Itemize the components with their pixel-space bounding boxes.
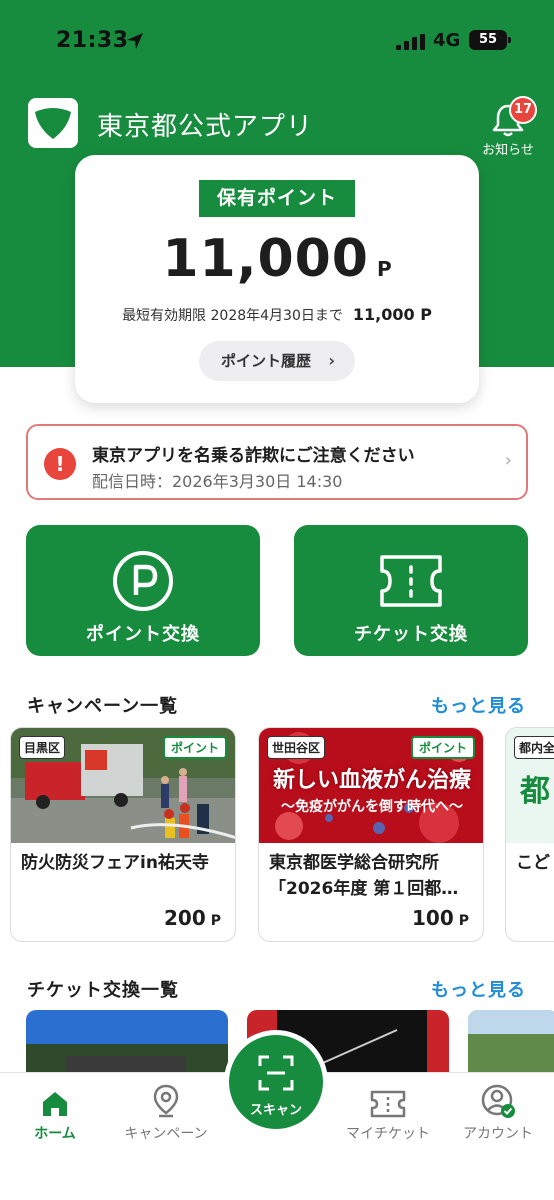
ticket-exchange-button[interactable]: チケット交換 xyxy=(294,525,528,656)
location-arrow-icon xyxy=(127,33,143,49)
nav-my-ticket[interactable]: マイチケット xyxy=(333,1083,443,1143)
nav-campaign-label: キャンペーン xyxy=(124,1126,208,1142)
alert-date: 配信日時：2026年3月30日 14:30 xyxy=(92,472,343,491)
notification-count-badge: 17 xyxy=(509,96,537,124)
campaign-more-link[interactable]: もっと見る xyxy=(431,692,526,718)
campaign-card[interactable]: 目黒区 ポイント 防火防災フェアin祐天寺 200 P xyxy=(10,727,236,942)
fraud-alert-banner[interactable]: ! 東京アプリを名乗る詐欺にご注意ください 配信日時：2026年3月30日 14… xyxy=(26,424,528,500)
campaign-banner-text: 新しい血液がん治療 xyxy=(272,768,471,793)
ticket-card-image[interactable] xyxy=(468,1010,554,1080)
point-history-button[interactable]: ポイント履歴 › xyxy=(199,341,355,381)
battery-icon: 55 xyxy=(469,30,511,50)
expiry-label: 最短有効期限 2028年4月30日まで xyxy=(122,308,343,324)
app-title: 東京都公式アプリ xyxy=(97,112,314,142)
campaign-banner-subtext: 〜免疫ががんを倒す時代へ〜 xyxy=(281,799,463,815)
campaign-card[interactable]: 新しい血液がん治療 〜免疫ががんを倒す時代へ〜 世田谷区 ポイント 東京都医学総… xyxy=(258,727,484,942)
tokyo-logo-icon xyxy=(28,98,78,148)
point-coin-icon xyxy=(113,551,173,611)
ticket-exchange-label: チケット交換 xyxy=(354,624,468,645)
ticket-icon xyxy=(380,555,442,607)
scan-button[interactable]: スキャン xyxy=(229,1035,323,1129)
nav-home[interactable]: ホーム xyxy=(0,1083,110,1143)
expiry-value: 11,000 P xyxy=(352,305,432,324)
point-exchange-label: ポイント交換 xyxy=(86,624,200,645)
exclamation-icon: ! xyxy=(44,448,76,480)
campaign-points-unit: P xyxy=(458,913,469,929)
point-tag: ポイント xyxy=(410,736,475,759)
points-expiry: 最短有効期限 2028年4月30日まで 11,000 P xyxy=(75,305,479,325)
nav-home-label: ホーム xyxy=(34,1126,76,1142)
nav-campaign[interactable]: キャンペーン xyxy=(111,1083,221,1143)
scan-label: スキャン xyxy=(249,1103,302,1118)
campaign-banner-text: 都 xyxy=(520,774,550,809)
points-tag: 保有ポイント xyxy=(199,180,355,217)
status-time: 21:33 xyxy=(56,28,129,53)
points-card: 保有ポイント 11,000 P 最短有効期限 2028年4月30日まで 11,000… xyxy=(75,155,479,403)
account-icon xyxy=(481,1084,515,1118)
point-history-label: ポイント履歴 xyxy=(221,352,312,370)
network-type: 4G xyxy=(433,30,461,51)
home-icon xyxy=(43,1092,67,1116)
scan-frame-icon xyxy=(258,1055,294,1091)
campaign-title: こど xyxy=(516,853,550,873)
nav-my-ticket-label: マイチケット xyxy=(346,1126,430,1142)
campaign-title: 防火防災フェアin祐天寺 xyxy=(21,853,209,873)
ticket-section-title: チケット交換一覧 xyxy=(27,980,179,1001)
campaign-title: 東京都医学総合研究所「2026年度 第１回都… xyxy=(269,853,459,899)
nav-account[interactable]: アカウント xyxy=(443,1083,553,1143)
point-exchange-button[interactable]: ポイント交換 xyxy=(26,525,260,656)
campaign-points: 100 P xyxy=(412,906,469,930)
alert-title: 東京アプリを名乗る詐欺にご注意ください xyxy=(92,446,415,466)
notifications-label: お知らせ xyxy=(482,143,534,158)
area-tag: 世田谷区 xyxy=(267,736,326,759)
ticket-more-link[interactable]: もっと見る xyxy=(431,976,526,1002)
campaign-card[interactable]: 都 都内全 こど xyxy=(505,727,554,942)
points-number: 11,000 xyxy=(162,229,369,289)
area-tag: 目黒区 xyxy=(19,736,66,759)
campaign-points-value: 100 xyxy=(411,906,454,930)
ticket-icon xyxy=(370,1090,406,1118)
signal-bars-icon xyxy=(396,34,425,50)
campaign-section-title: キャンペーン一覧 xyxy=(27,696,179,717)
chevron-right-icon: › xyxy=(504,450,512,471)
chevron-right-icon: › xyxy=(328,351,335,370)
point-tag: ポイント xyxy=(162,736,227,759)
ticket-card-image[interactable] xyxy=(26,1010,228,1080)
area-tag: 都内全 xyxy=(514,736,554,759)
notifications-button[interactable]: 17 お知らせ xyxy=(476,96,540,158)
points-unit: P xyxy=(377,257,392,281)
campaign-points-unit: P xyxy=(210,913,221,929)
nav-account-label: アカウント xyxy=(463,1126,533,1142)
status-bar: 21:33 4G 55 xyxy=(0,28,554,58)
points-balance: 11,000 P xyxy=(75,229,479,289)
campaign-points-value: 200 xyxy=(163,906,206,930)
map-pin-icon xyxy=(153,1084,179,1118)
campaign-points: 200 P xyxy=(164,906,221,930)
